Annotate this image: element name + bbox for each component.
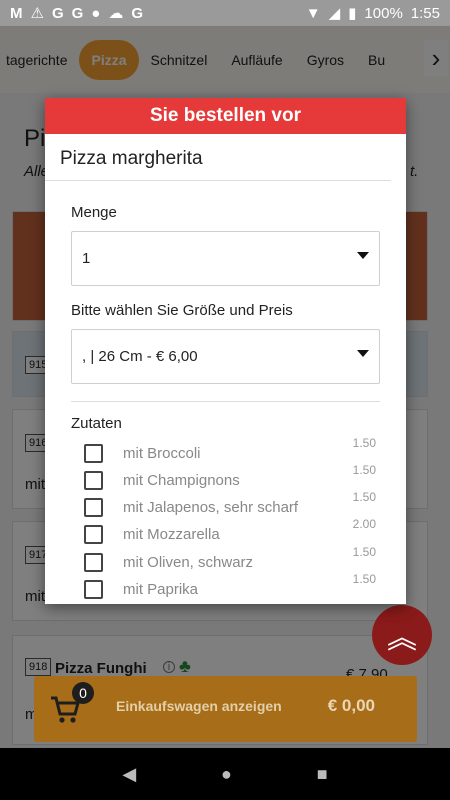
google-icon: G xyxy=(71,4,84,22)
checkbox[interactable] xyxy=(84,470,103,490)
ingredient-name: mit Champignons xyxy=(123,471,240,489)
ingredient-price: 1.50 xyxy=(352,436,376,450)
signal-icon: ◢ xyxy=(328,5,341,22)
caret-down-icon xyxy=(357,252,369,259)
ingredient-name: mit Broccoli xyxy=(123,444,201,462)
checkbox[interactable] xyxy=(84,443,103,463)
cart-total: € 0,00 xyxy=(327,696,375,715)
ingredient-option[interactable]: mit Broccoli 1.50 xyxy=(84,436,380,465)
circle-icon: ● xyxy=(91,4,101,22)
ingredient-option[interactable]: mit Paprika 1.50 xyxy=(84,572,380,601)
checkbox[interactable] xyxy=(84,552,103,572)
quantity-label: Menge xyxy=(71,204,117,221)
dialog-header: Sie bestellen vor xyxy=(45,98,406,134)
system-nav-bar: ◀ ● ■ xyxy=(0,748,450,800)
show-cart-button[interactable]: Einkaufswagen anzeigen xyxy=(116,698,282,714)
google-icon: G xyxy=(51,4,64,22)
notification-icons: M ⚠ G G ● ☁ G xyxy=(10,4,144,23)
ingredient-price: 1.50 xyxy=(352,463,376,477)
quantity-value: 1 xyxy=(82,250,91,267)
divider xyxy=(71,401,380,402)
size-value: , | 26 Cm - € 6,00 xyxy=(82,348,198,365)
recents-icon[interactable]: ■ xyxy=(317,764,328,785)
checkbox[interactable] xyxy=(84,579,103,599)
ingredient-option[interactable]: mit Champignons 1.50 xyxy=(84,463,380,492)
wifi-icon: ▼ xyxy=(305,4,321,22)
cart-count-badge: 0 xyxy=(72,682,94,704)
home-icon[interactable]: ● xyxy=(221,764,232,785)
ingredient-price: 1.50 xyxy=(352,545,376,559)
product-name: Pizza margherita xyxy=(45,134,391,181)
cloud-icon: ☁ xyxy=(108,5,124,22)
battery-icon: ▮ xyxy=(348,5,357,22)
double-chevron-up-icon: ︽ xyxy=(387,622,417,655)
clock: 1:55 xyxy=(410,4,440,22)
alert-icon: ⚠ xyxy=(30,5,44,22)
cart-bar[interactable]: 0 Einkaufswagen anzeigen € 0,00 xyxy=(34,676,417,742)
caret-down-icon xyxy=(357,350,369,357)
ingredient-name: mit Paprika xyxy=(123,580,199,598)
checkbox[interactable] xyxy=(84,524,103,544)
battery-level: 100% xyxy=(364,4,403,22)
google-icon: G xyxy=(131,4,144,22)
scroll-top-button[interactable]: ︽ xyxy=(372,605,432,665)
ingredient-name: mit Jalapenos, sehr scharf xyxy=(123,498,299,516)
ingredients-label: Zutaten xyxy=(71,415,122,432)
checkbox[interactable] xyxy=(84,497,103,517)
size-label: Bitte wählen Sie Größe und Preis xyxy=(71,302,293,319)
ingredient-price: 1.50 xyxy=(352,572,376,586)
quantity-select[interactable]: 1 xyxy=(71,231,380,286)
gmail-icon: M xyxy=(10,4,23,22)
size-select[interactable]: , | 26 Cm - € 6,00 xyxy=(71,329,380,384)
order-dialog: Sie bestellen vor Pizza margherita Menge… xyxy=(45,98,406,604)
status-bar: M ⚠ G G ● ☁ G ▼ ◢ ▮ 100% 1:55 xyxy=(0,0,450,26)
back-icon[interactable]: ◀ xyxy=(122,764,136,785)
ingredient-name: mit Oliven, schwarz xyxy=(123,553,254,571)
ingredient-option[interactable]: mit Jalapenos, sehr scharf 1.50 xyxy=(84,490,380,519)
ingredient-price: 1.50 xyxy=(352,490,376,504)
ingredient-option[interactable]: mit Mozzarella 2.00 xyxy=(84,517,380,546)
ingredient-price: 2.00 xyxy=(352,517,376,531)
ingredient-name: mit Mozzarella xyxy=(123,525,220,543)
ingredient-option[interactable]: mit Oliven, schwarz 1.50 xyxy=(84,545,380,574)
